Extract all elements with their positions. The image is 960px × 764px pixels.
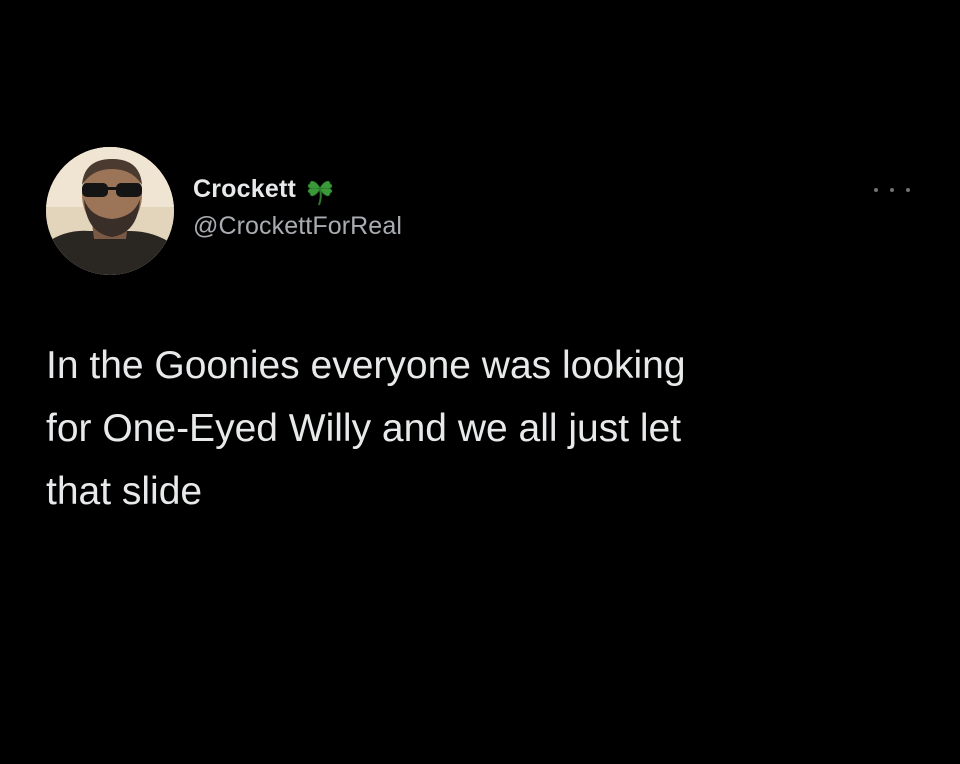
ellipsis-icon-dot: [906, 188, 910, 192]
author-info: Crockett @CrockettForReal: [193, 170, 402, 241]
user-handle[interactable]: @CrockettForReal: [193, 212, 402, 241]
ellipsis-icon: [874, 188, 878, 192]
profile-photo-icon: [46, 147, 174, 275]
four-leaf-clover-icon: [300, 169, 340, 209]
display-name[interactable]: Crockett: [193, 175, 296, 204]
avatar[interactable]: [46, 147, 174, 275]
tweet-card: Crockett @CrockettForReal In the Goonies…: [0, 0, 960, 764]
more-options-button[interactable]: [874, 182, 910, 198]
tweet-text: In the Goonies everyone was looking for …: [46, 344, 686, 513]
display-name-row: Crockett: [193, 170, 402, 208]
ellipsis-icon-dot: [890, 188, 894, 192]
